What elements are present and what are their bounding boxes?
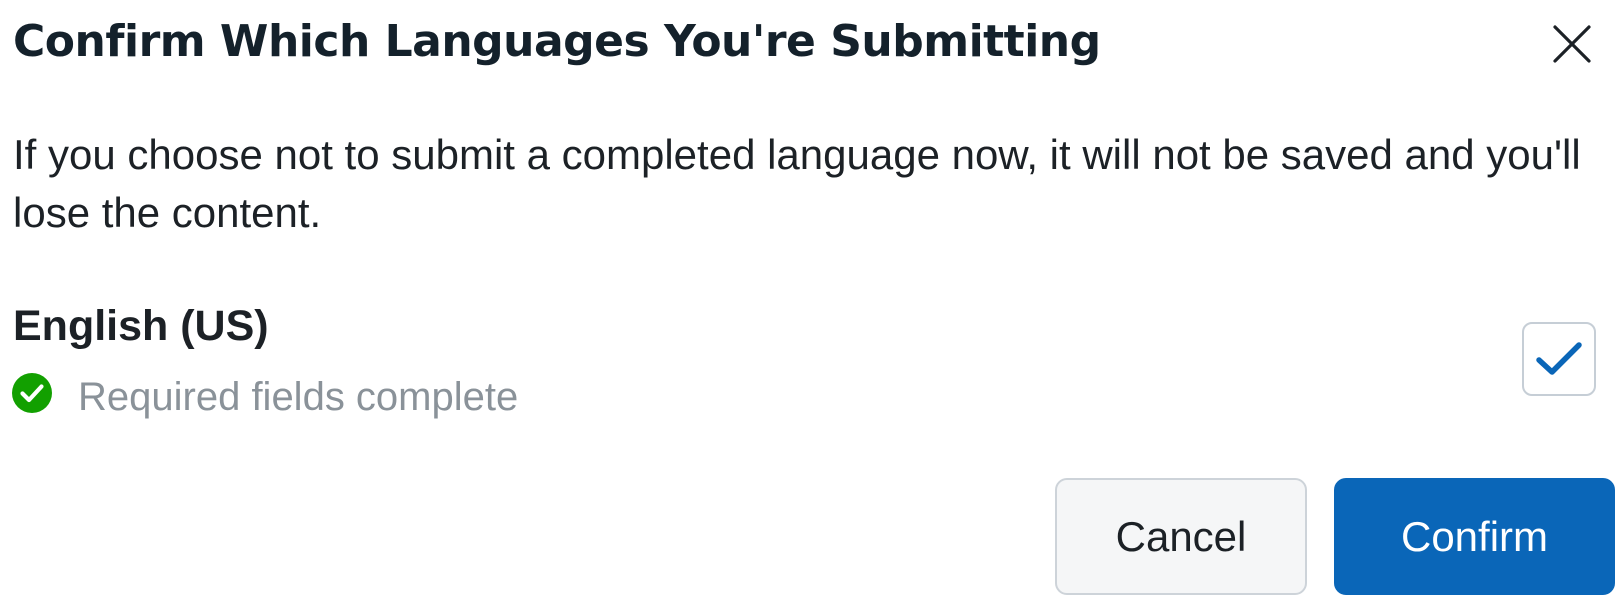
- dialog-title: Confirm Which Languages You're Submittin…: [13, 16, 1101, 67]
- confirm-languages-dialog: Confirm Which Languages You're Submittin…: [0, 0, 1624, 602]
- cancel-button[interactable]: Cancel: [1055, 478, 1307, 595]
- confirm-button[interactable]: Confirm: [1334, 478, 1615, 595]
- language-status-text: Required fields complete: [78, 375, 519, 419]
- close-icon: [1553, 25, 1591, 63]
- language-select-checkbox[interactable]: [1522, 322, 1596, 396]
- language-name: English (US): [13, 302, 269, 350]
- checkmark-icon: [1536, 342, 1582, 375]
- check-circle-icon: [12, 373, 52, 413]
- dialog-message: If you choose not to submit a completed …: [13, 131, 1581, 236]
- close-button[interactable]: [1546, 18, 1598, 70]
